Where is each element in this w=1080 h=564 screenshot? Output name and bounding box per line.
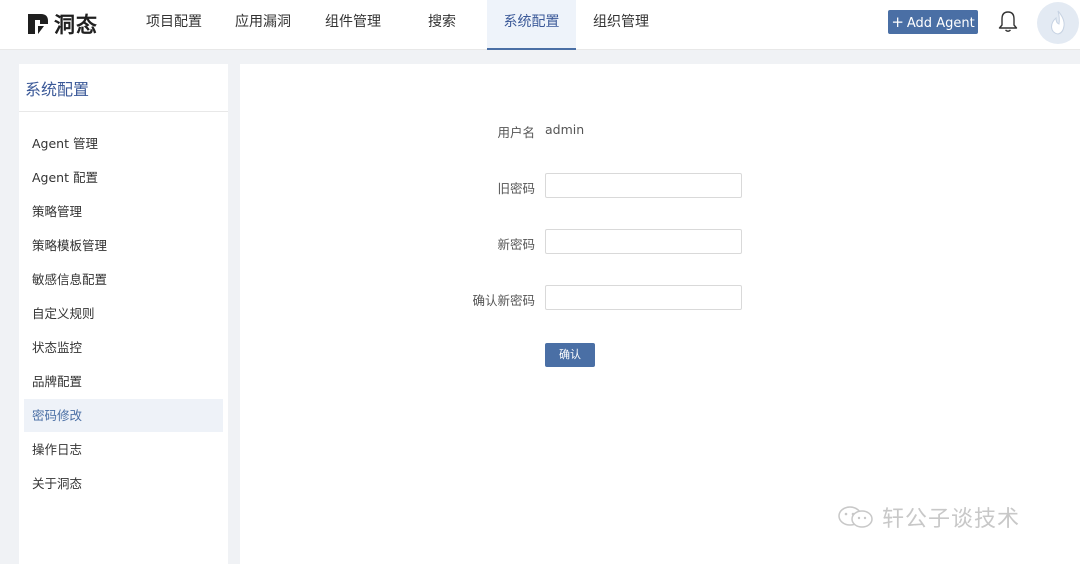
sidebar-title: 系统配置	[25, 80, 90, 99]
new-password-input[interactable]	[545, 229, 742, 254]
sidebar-item-password-change[interactable]: 密码修改	[24, 399, 223, 432]
sidebar-item-policy-template[interactable]: 策略模板管理	[24, 229, 223, 262]
logo-icon	[28, 14, 48, 34]
new-password-label: 新密码	[497, 237, 535, 252]
username-value: admin	[545, 122, 585, 137]
add-agent-label: Add Agent	[906, 16, 975, 31]
sidebar-item-agent-management[interactable]: Agent 管理	[24, 127, 223, 160]
nav-project-config[interactable]: 项目配置	[140, 0, 208, 50]
sidebar-item-sensitive-info[interactable]: 敏感信息配置	[24, 263, 223, 296]
nav-system-config[interactable]: 系统配置	[487, 0, 576, 50]
sidebar-item-custom-rules[interactable]: 自定义规则	[24, 297, 223, 330]
sidebar: 系统配置 Agent 管理 Agent 配置 策略管理 策略模板管理 敏感信息配…	[19, 64, 228, 564]
sidebar-item-brand-config[interactable]: 品牌配置	[24, 365, 223, 398]
sidebar-item-agent-config[interactable]: Agent 配置	[24, 161, 223, 194]
brand-logo[interactable]: 洞态	[26, 10, 98, 38]
old-password-label: 旧密码	[497, 181, 535, 196]
username-label: 用户名	[497, 125, 535, 140]
bell-icon[interactable]	[997, 9, 1019, 33]
confirm-button[interactable]: 确认	[545, 343, 595, 367]
plus-icon: +	[891, 13, 904, 31]
avatar[interactable]	[1037, 2, 1079, 44]
sidebar-item-status-monitor[interactable]: 状态监控	[24, 331, 223, 364]
password-change-panel: 用户名 admin 旧密码 新密码 确认新密码 确认	[240, 64, 1080, 564]
old-password-input[interactable]	[545, 173, 742, 198]
nav-search[interactable]: 搜索	[418, 0, 466, 50]
nav-component-mgmt[interactable]: 组件管理	[319, 0, 387, 50]
avatar-icon	[1038, 3, 1078, 43]
sidebar-item-policy-management[interactable]: 策略管理	[24, 195, 223, 228]
watermark-text: 轩公子谈技术	[882, 507, 1021, 532]
top-navigation-bar: 洞态 项目配置 应用漏洞 组件管理 搜索 系统配置 组织管理 + Add Agen…	[0, 0, 1080, 50]
confirm-password-input[interactable]	[545, 285, 742, 310]
nav-org-mgmt[interactable]: 组织管理	[587, 0, 655, 50]
nav-app-vulns[interactable]: 应用漏洞	[229, 0, 297, 50]
sidebar-item-operation-log[interactable]: 操作日志	[24, 433, 223, 466]
sidebar-divider	[19, 111, 228, 112]
watermark: 轩公子谈技术	[836, 502, 1020, 532]
sidebar-item-about[interactable]: 关于洞态	[24, 467, 223, 500]
confirm-password-label: 确认新密码	[472, 293, 535, 308]
wechat-icon	[838, 506, 873, 528]
brand-name: 洞态	[54, 13, 98, 37]
add-agent-button[interactable]: + Add Agent	[888, 10, 978, 34]
